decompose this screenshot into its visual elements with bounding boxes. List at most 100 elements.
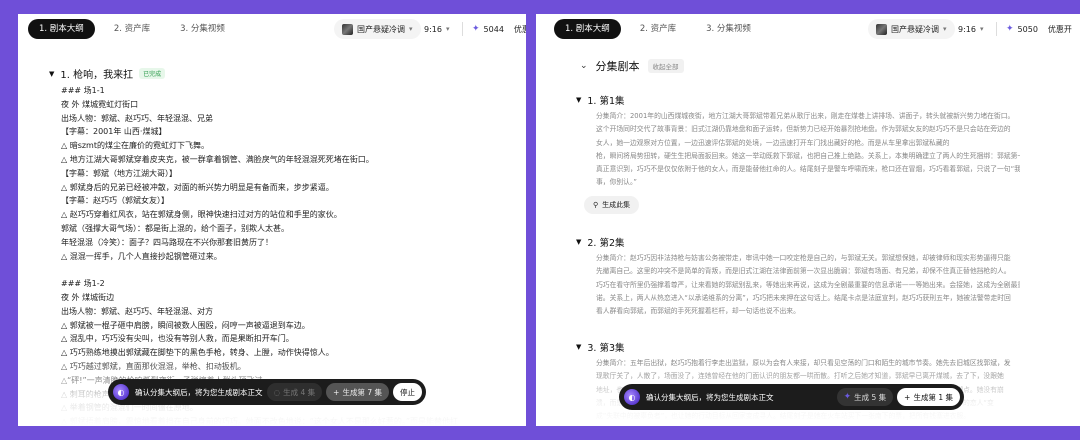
caret-down-icon: ▼ (576, 238, 582, 246)
summary-line: 分集简介：2001年的山西煤城夜街，地方江湖大哥郭斌带着兄弟从歌厅出来，刚走在煤… (596, 112, 1015, 120)
summary-line: 先撤离自己。这里的冲突不是简单的背叛，而是旧式江湖在法律面前第一次显出脆弱：郭斌… (596, 267, 1011, 276)
status-badge: 已完成 (139, 68, 166, 79)
tab-script-outline[interactable]: 1. 剧本大纲 (28, 19, 95, 39)
ratio-select-value: 9:16 (424, 24, 442, 34)
script-line: 【字幕：2001年 山西·煤城】 (61, 127, 167, 137)
script-line: 夜 外 煤城霓虹灯街口 (61, 99, 139, 109)
caret-down-icon: ▼ (49, 69, 55, 78)
episode-header-3[interactable]: ▼ 3. 第3集 (576, 340, 625, 354)
ratio-select-value: 9:16 (958, 24, 976, 34)
script-line: △ 郭斌被一棍子砸中肩膀，瞬间被数人围殴，闷哼一声被逼退到车边。 (61, 320, 310, 330)
style-select-value: 国产悬疑冷调 (891, 24, 939, 34)
script-line: △ 郭斌捂着肩膀，震惊地看着挡在自己身前的巧巧。她面不改色地说：“这个女人不是那… (61, 417, 458, 426)
summary-line: 现歌厅关了，人散了，场面没了，连她曾经在他的门面认识的朋友都一哄而散。打听之后她… (596, 372, 1004, 381)
summary-line: 看人群看向郭斌，而郭斌的手死死握着栏杆，却一句话也说不出来。 (596, 307, 800, 316)
episode-title-row[interactable]: ▼ 1. 枪响，我来扛 已完成 (49, 66, 166, 81)
script-line: △ 巧巧熟练地摸出郭斌藏在脚垫下的黑色手枪，转身、上膛，动作快得惊人。 (61, 348, 334, 358)
episode-header-1[interactable]: ▼ 1. 第1集 (576, 93, 625, 107)
generate-episode-label: 生成第 1 集 (913, 392, 953, 402)
action-bar-message: 确认分集大纲后，将为您生成剧本正文 (135, 387, 263, 397)
plus-icon: + (904, 392, 911, 402)
caret-down-icon: ▼ (576, 343, 582, 351)
generate-episode-label: 生成第 7 集 (342, 387, 382, 397)
section-header: ⌄ 分集剧本 收起全部 (580, 58, 684, 74)
summary-line: 事，你别认。” (596, 178, 637, 187)
stop-button[interactable]: 停止 (393, 383, 422, 401)
sparkle-icon: ✦ (843, 392, 852, 402)
style-select-value: 国产悬疑冷调 (357, 24, 405, 34)
generate-episode-button[interactable]: + 生成第 7 集 (326, 383, 389, 401)
script-line: ### 场1-1 (61, 86, 105, 95)
generate-this-episode-button[interactable]: ⚲ 生成此集 (584, 196, 640, 214)
chevron-down-icon: ▾ (979, 25, 984, 33)
ratio-select[interactable]: 9:16 ▾ (950, 19, 991, 39)
collapse-all-button[interactable]: 收起全部 (647, 59, 684, 73)
summary-line: 真正意识到，巧巧不是仅仅依附于他的女人，而是能替他扛命的人。结尾刻子是警车呼啸而… (596, 165, 1020, 174)
script-line: △ 巧巧越过郭斌，直面那伙混混，举枪、扣动扳机。 (61, 361, 246, 371)
summary-line: 分集简介：五年后出狱，赵巧巧抱着行李走出监狱，原以为会有人来接，却只看见空荡的门… (596, 359, 1011, 367)
assistant-avatar-icon: ◐ (113, 384, 129, 400)
credit-balance[interactable]: ✦ 5050 优惠开 (1006, 19, 1072, 39)
generate-episodes-button[interactable]: ◌ 生成 4 集 (266, 383, 323, 401)
chevron-down-icon: ▾ (409, 25, 413, 33)
script-line: △ 地方江湖大哥郭斌穿着皮夹克，被一群拿着钢管、满脸戾气的年轻混混死死堵在街口。 (61, 154, 374, 164)
generate-episodes-label: 生成 5 集 (854, 392, 887, 402)
tab-script-outline[interactable]: 1. 剧本大纲 (554, 19, 621, 39)
summary-line: 这个开场同时交代了故事背景：旧式江湖仍靠地盘和面子运转，但新势力已经开始暴烈抢地… (596, 125, 1011, 134)
episode-header-2[interactable]: ▼ 2. 第2集 (576, 235, 625, 249)
tab-episode-video[interactable]: 3. 分集视频 (695, 19, 762, 39)
magic-wand-icon: ⚲ (593, 201, 599, 209)
generate-episodes-label: 生成 4 集 (283, 387, 316, 397)
left-editor-panel: 1. 剧本大纲 2. 资产库 3. 分集视频 国产悬疑冷调 ▾ 9:16 ▾ ✦… (18, 14, 526, 426)
sparkle-icon: ✦ (472, 24, 480, 34)
style-thumbnail-icon (342, 23, 353, 35)
script-line: 年轻混混（冷笑）：面子？四马路现在不兴你那套旧黄历了！ (61, 237, 273, 247)
script-line: 夜 外 煤城街边 (61, 292, 115, 302)
tab-asset-library[interactable]: 2. 资产库 (103, 19, 161, 39)
script-line: 【字幕：郭斌（地方江湖大哥）】 (61, 168, 177, 178)
toolbar-divider (462, 22, 463, 36)
summary-line: 成”失联中的被辜负者”，也让她的行动目标从回家变成寻人。结尾刻子是她在火车站买下… (596, 412, 971, 421)
section-title: 分集剧本 (595, 60, 640, 73)
script-line: △ 郭斌身后的兄弟已经被冲散，对面的新兴势力明显是有备而来，步步紧逼。 (61, 182, 334, 192)
style-thumbnail-icon (876, 23, 887, 35)
script-line: 郭斌（强撑大哥气场）：都是街上混的，给个面子，别欺人太甚。 (61, 223, 289, 233)
episode-title: 1. 枪响，我来扛 (60, 70, 134, 81)
action-bar: ◐ 确认分集大纲后，将为您生成剧本正文 ◌ 生成 4 集 + 生成第 7 集 停… (108, 379, 426, 405)
summary-line: 枪，瞬间将局势扭转，硬生生把局面扳回来。她这一举动既救下郭斌，也把自己推上绝路。… (596, 151, 1020, 160)
script-line: △ 混混一挥手，几个人直接抄起钢管砸过来。 (61, 251, 222, 261)
chevron-down-icon[interactable]: ⌄ (580, 61, 588, 71)
tab-episode-video[interactable]: 3. 分集视频 (169, 19, 236, 39)
generate-this-episode-label: 生成此集 (602, 201, 631, 209)
credit-balance[interactable]: ✦ 5044 优惠 (472, 19, 526, 39)
chevron-down-icon: ▾ (445, 25, 450, 33)
script-line: 【字幕：赵巧巧（郭斌女友）】 (61, 196, 169, 206)
promo-label[interactable]: 优惠开 (1048, 24, 1072, 35)
generate-episodes-button[interactable]: ✦ 生成 5 集 (836, 388, 894, 406)
action-bar-message: 确认分集大纲后，将为您生成剧本正文 (646, 392, 774, 402)
episode-title: 3. 第3集 (587, 343, 625, 354)
credit-count: 5044 (483, 24, 504, 34)
episode-title: 2. 第2集 (587, 238, 625, 249)
script-line: △ 混乱中，巧巧没有尖叫，也没有等别人救，而是果断扣开车门。 (61, 334, 294, 344)
style-select[interactable]: 国产悬疑冷调 ▾ (334, 19, 421, 39)
script-line: ### 场1-2 (61, 279, 105, 289)
episode-summary-1: 分集简介：2001年的山西煤城夜街，地方江湖大哥郭斌带着兄弟从歌厅出来，刚走在煤… (596, 110, 1020, 190)
right-tab-bar: 1. 剧本大纲 2. 资产库 3. 分集视频 (554, 19, 762, 39)
promo-label[interactable]: 优惠 (514, 24, 526, 35)
right-editor-panel: 1. 剧本大纲 2. 资产库 3. 分集视频 国产悬疑冷调 ▾ 9:16 ▾ ✦… (536, 14, 1080, 426)
ratio-select[interactable]: 9:16 ▾ (416, 19, 457, 39)
style-select[interactable]: 国产悬疑冷调 ▾ (868, 19, 955, 39)
tab-asset-library[interactable]: 2. 资产库 (629, 19, 687, 39)
episode-title: 1. 第1集 (587, 96, 625, 107)
generate-episode-button[interactable]: + 生成第 1 集 (897, 388, 960, 406)
summary-line: 诺。关系上，两人从热恋进入“以承诺维系的分离”，巧巧把未来押在这句话上。结尾卡点… (596, 293, 1011, 302)
script-line: 出场人物：郭斌、赵巧巧、年轻混混、兄弟 (61, 113, 213, 123)
left-tab-bar: 1. 剧本大纲 2. 资产库 3. 分集视频 (28, 19, 236, 39)
sparkle-icon: ✦ (1006, 24, 1014, 34)
episode-summary-2: 分集简介：赵巧巧因非法持枪与妨害公务被带走，审讯中她一口咬定枪是自己的，与郭斌无… (596, 252, 1020, 320)
script-line: △ 暗szmt的煤尘在廉价的霓虹灯下飞舞。 (61, 141, 209, 151)
script-line: △ 赵巧巧穿着红风衣，站在郭斌身侧，眼神快速扫过对方的站位和手里的家伙。 (61, 210, 342, 220)
summary-line: 分集简介：赵巧巧因非法持枪与妨害公务被带走，审讯中她一口咬定枪是自己的，与郭斌无… (596, 254, 1011, 262)
